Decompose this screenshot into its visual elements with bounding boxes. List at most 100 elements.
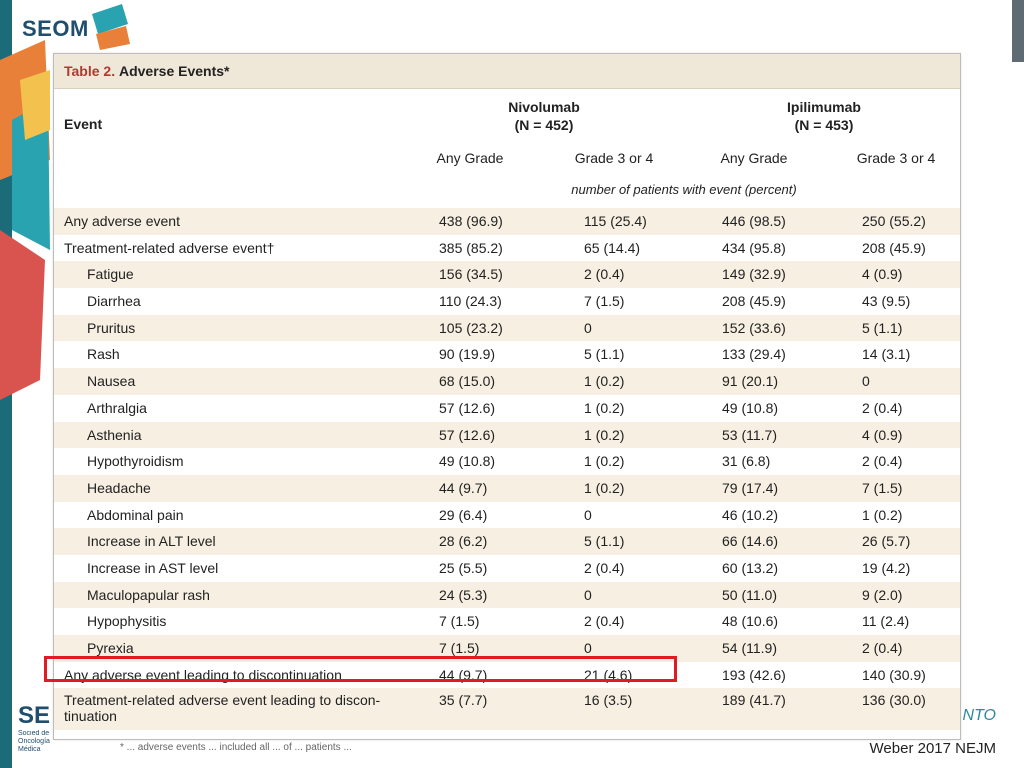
cell-value: 0 [584,586,592,603]
subheader-grade34-1: Grade 3 or 4 [574,150,654,166]
event-label: Asthenia [87,426,142,443]
table-label: Table 2. [64,63,116,79]
cell-value: 68 (15.0) [439,373,496,390]
table-row: Treatment-related adverse event leading … [54,688,960,731]
cell-value: 31 (6.8) [722,453,771,470]
cell-value: 49 (10.8) [722,399,779,416]
ipilimumab-name: Ipilimumab [787,99,861,115]
cell-value: 7 (1.5) [439,613,480,630]
nivolumab-n: (N = 452) [514,117,574,133]
cell-value: 208 (45.9) [722,293,786,310]
cell-value: 2 (0.4) [862,640,903,656]
cell-value: 54 (11.9) [722,640,777,656]
cell-value: 1 (0.2) [584,373,625,390]
cell-value: 14 (3.1) [862,346,911,363]
cell-value: 1 (0.2) [584,399,625,416]
table-row: Rash 90 (19.9) 5 (1.1) 133 (29.4) 14 (3.1) [54,341,960,368]
cell-value: 1 (0.2) [862,506,903,523]
cell-value: 46 (10.2) [722,506,779,523]
event-label: Abdominal pain [87,506,184,523]
cell-value: 25 (5.5) [439,559,488,576]
cell-value: 5 (1.1) [584,346,625,363]
cell-value: 7 (1.5) [862,479,903,496]
event-label: Increase in ALT level [87,533,216,550]
cell-value: 2 (0.4) [862,453,903,470]
cell-value: 110 (24.3) [439,293,502,310]
cell-value: 133 (29.4) [722,346,786,363]
table-row: Hypophysitis 7 (1.5) 2 (0.4) 48 (10.6) 11 (2… [54,608,960,635]
cell-value: 43 (9.5) [862,293,911,310]
decorative-shards [0,40,50,400]
cell-value: 446 (98.5) [722,213,786,229]
cell-value: 385 (85.2) [439,239,503,256]
citation: Weber 2017 NEJM [869,740,996,757]
event-label: Hypophysitis [87,613,167,630]
cell-value: 434 (95.8) [722,239,786,256]
slide-right-bar [1012,0,1024,62]
cell-value: 1 (0.2) [584,426,625,443]
cell-value: 44 (9.7) [439,479,488,496]
event-label: Treatment-related adverse event leading … [64,692,381,725]
cell-value: 2 (0.4) [584,266,625,283]
table-row: Any adverse event 438 (96.9) 115 (25.4) 446… [54,208,960,235]
nivolumab-header: Nivolumab (N = 452) [464,98,624,134]
table-row: Diarrhea 110 (24.3) 7 (1.5) 208 (45.9) 43 (9… [54,288,960,315]
cell-value: 19 (4.2) [862,559,911,576]
cell-value: 4 (0.9) [862,266,903,283]
table-row: Maculopapular rash 24 (5.3) 0 50 (11.0) 9 (2… [54,581,960,609]
event-label: Nausea [87,373,136,390]
table-row: Asthenia 57 (12.6) 1 (0.2) 53 (11.7) 4 (0.9) [54,421,960,449]
cell-value: 66 (14.6) [722,533,779,550]
table-title-text: Adverse Events* [118,63,230,79]
cell-value: 5 (1.1) [584,533,625,550]
event-label: Any adverse event [64,213,180,229]
table-row: Increase in AST level 25 (5.5) 2 (0.4) 60 (… [54,555,960,582]
table-row: Headache 44 (9.7) 1 (0.2) 79 (17.4) 7 (1.5) [54,474,960,502]
cell-value: 208 (45.9) [862,239,926,256]
cell-value: 4 (0.9) [862,426,903,443]
cell-value: 250 (55.2) [862,213,926,229]
cell-value: 2 (0.4) [584,559,625,576]
table-row: Increase in ALT level 28 (6.2) 5 (1.1) 66 (… [54,528,960,555]
cell-value: 48 (10.6) [722,613,779,630]
table-row: Arthralgia 57 (12.6) 1 (0.2) 49 (10.8) 2 (0.… [54,395,960,422]
cell-value: 90 (19.9) [439,346,496,363]
cell-value: 189 (41.7) [722,692,786,709]
cell-value: 2 (0.4) [862,399,903,416]
subheader-any-grade-1: Any Grade [436,150,504,166]
event-label: Treatment-related adverse event† [64,239,275,256]
subheader-any-grade-2: Any Grade [720,150,788,166]
table-row: Nausea 68 (15.0) 1 (0.2) 91 (20.1) 0 [54,368,960,395]
event-label: Maculopapular rash [87,586,210,603]
cell-value: 57 (12.6) [439,426,496,443]
unit-note: number of patients with event (percent) [571,182,797,197]
cell-value: 16 (3.5) [584,692,633,709]
table-row: Hypothyroidism 49 (10.8) 1 (0.2) 31 (6.8) 2 … [54,448,960,475]
logo-swoosh-icon [92,4,130,50]
event-label: Pruritus [87,319,136,336]
cell-value: 11 (2.4) [862,613,910,630]
cell-value: 79 (17.4) [722,479,779,496]
cell-value: 24 (5.3) [439,586,488,603]
cell-value: 57 (12.6) [439,399,496,416]
event-label: Hypothyroidism [87,453,184,470]
table-body: Any adverse event 438 (96.9) 115 (25.4) 446… [54,208,960,731]
cell-value: 5 (1.1) [862,319,903,336]
table-row: Pruritus 105 (23.2) 0 152 (33.6) 5 (1.1) [54,314,960,342]
cell-value: 1 (0.2) [584,479,625,496]
cell-value: 9 (2.0) [862,586,903,603]
cell-value: 49 (10.8) [439,453,496,470]
cell-value: 26 (5.7) [862,533,911,550]
table-row: Fatigue 156 (34.5) 2 (0.4) 149 (32.9) 4 (0.9… [54,261,960,289]
cell-value: 140 (30.9) [862,666,926,683]
cell-value: 60 (13.2) [722,559,779,576]
bottom-logo-caption: Socied de Oncología Médica [18,730,50,753]
cell-value: 7 (1.5) [584,293,625,310]
discontinuation-highlight-box [44,656,677,682]
cell-value: 0 [584,506,592,523]
cell-value: 50 (11.0) [722,586,777,603]
table-title: Table 2. Adverse Events* [54,54,960,89]
cell-value: 115 (25.4) [584,213,647,229]
event-label: Fatigue [87,266,134,283]
cell-value: 91 (20.1) [722,373,779,390]
